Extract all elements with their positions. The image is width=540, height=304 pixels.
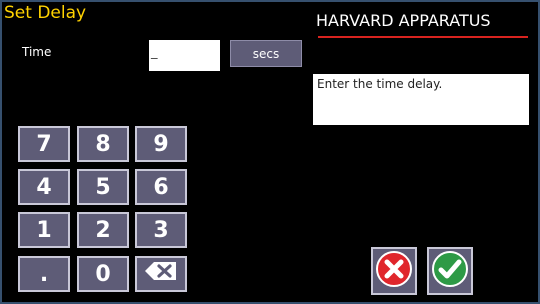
- set-delay-screen: Set Delay HARVARD APPARATUS Time _ secs …: [0, 0, 540, 304]
- key-3[interactable]: 3: [135, 212, 187, 248]
- key-2[interactable]: 2: [77, 212, 129, 248]
- key-9[interactable]: 9: [135, 126, 187, 162]
- backspace-icon: [144, 261, 178, 287]
- key-decimal[interactable]: .: [18, 256, 70, 292]
- page-title: Set Delay: [4, 3, 87, 23]
- confirm-button[interactable]: [427, 247, 473, 295]
- key-8[interactable]: 8: [77, 126, 129, 162]
- brand-underline: [318, 36, 528, 38]
- key-1[interactable]: 1: [18, 212, 70, 248]
- backspace-button[interactable]: [135, 256, 187, 292]
- brand-name: HARVARD APPARATUS: [316, 11, 491, 30]
- time-input[interactable]: _: [149, 40, 220, 71]
- key-7[interactable]: 7: [18, 126, 70, 162]
- cancel-x-icon: [375, 250, 413, 292]
- cancel-button[interactable]: [371, 247, 417, 295]
- time-label: Time: [22, 45, 52, 59]
- unit-button[interactable]: secs: [230, 40, 302, 67]
- key-0[interactable]: 0: [77, 256, 129, 292]
- key-6[interactable]: 6: [135, 169, 187, 205]
- key-4[interactable]: 4: [18, 169, 70, 205]
- key-5[interactable]: 5: [77, 169, 129, 205]
- message-box: Enter the time delay.: [313, 74, 529, 125]
- checkmark-icon: [431, 250, 469, 292]
